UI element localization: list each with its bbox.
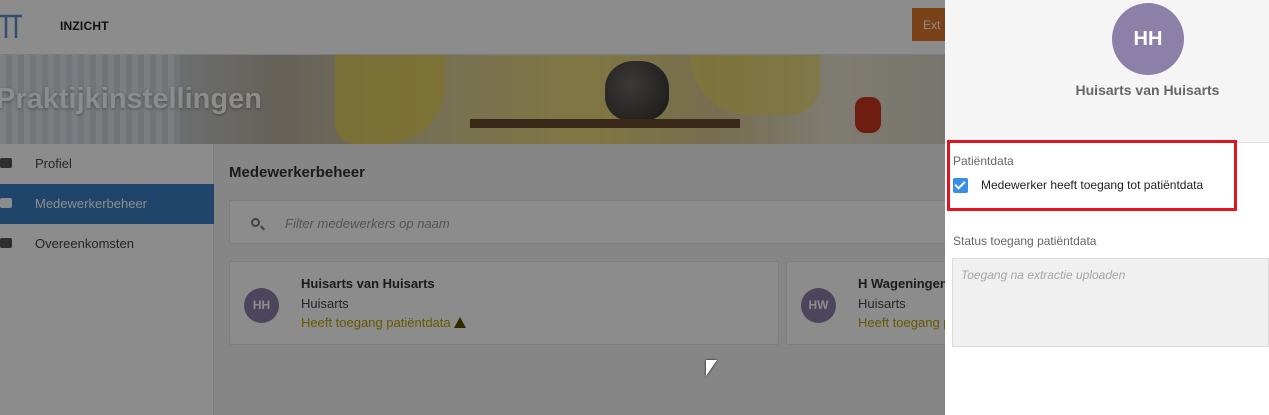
- avatar: HH: [1112, 3, 1184, 75]
- drawer-header: HH Huisarts van Huisarts: [945, 0, 1269, 143]
- modal-overlay[interactable]: [0, 0, 945, 415]
- status-placeholder: Toegang na extractie uploaden: [961, 268, 1126, 282]
- highlight-box: [947, 140, 1237, 211]
- status-textarea[interactable]: Toegang na extractie uploaden: [952, 258, 1269, 347]
- drawer-employee-name: Huisarts van Huisarts: [1075, 82, 1220, 98]
- employee-detail-drawer: HH Huisarts van Huisarts Patiëntdata Med…: [945, 0, 1269, 415]
- status-label: Status toegang patiëntdata: [953, 234, 1097, 248]
- mouse-cursor-icon: [706, 360, 717, 376]
